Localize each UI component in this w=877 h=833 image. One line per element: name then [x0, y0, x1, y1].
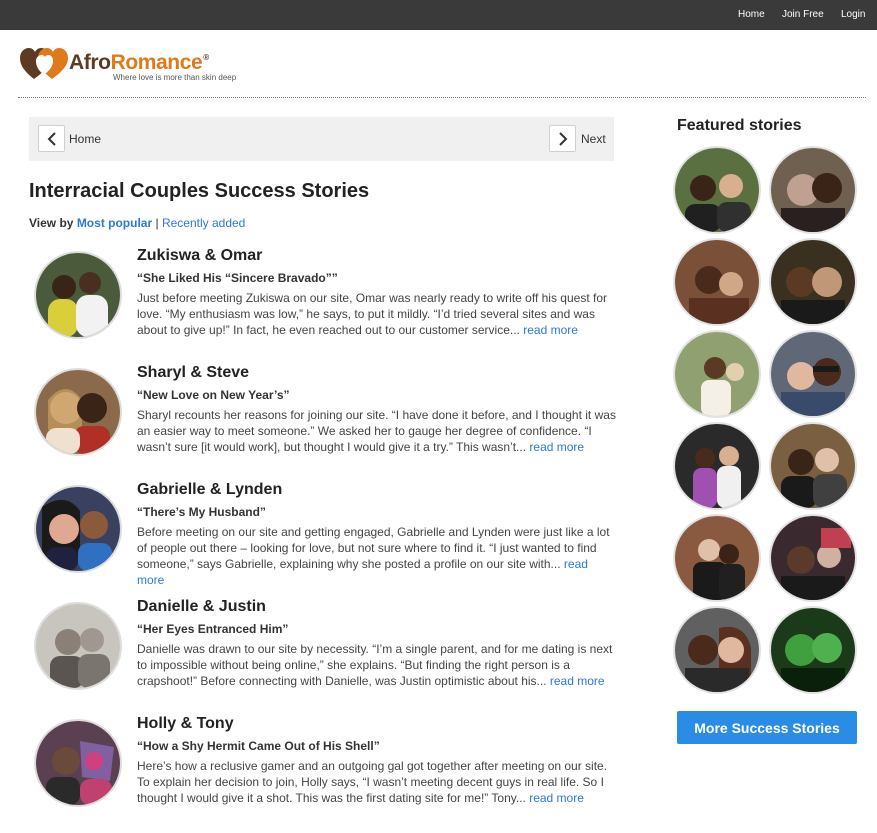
story-excerpt: Here’s how a reclusive gamer and an outg… — [137, 759, 608, 805]
story-excerpt: Just before meeting Zukiswa on our site,… — [137, 291, 607, 337]
story-title[interactable]: Gabrielle & Lynden — [137, 481, 282, 499]
site-logo[interactable]: AfroRomance® Where love is more than ski… — [20, 47, 260, 83]
most-popular-link[interactable]: Most popular — [77, 216, 152, 230]
chevron-right-icon — [558, 131, 567, 146]
featured-couple-photo[interactable] — [769, 514, 857, 602]
view-by-filter: View by Most popular | Recently added — [29, 216, 245, 230]
view-by-label: View by — [29, 216, 74, 230]
story-title[interactable]: Sharyl & Steve — [137, 364, 249, 382]
story-item: Holly & Tony “How a Shy Hermit Came Out … — [0, 715, 640, 825]
prev-label[interactable]: Home — [69, 132, 101, 146]
page-title: Interracial Couples Success Stories — [29, 180, 370, 202]
view-by-separator: | — [155, 216, 159, 230]
couple-photo[interactable] — [34, 251, 122, 339]
nav-join-free-link[interactable]: Join Free — [782, 9, 824, 20]
story-quote: “Her Eyes Entranced Him” — [137, 622, 289, 636]
logo-tagline: Where love is more than skin deep — [113, 73, 237, 82]
featured-couple-photo[interactable] — [769, 146, 857, 234]
featured-couple-photo[interactable] — [673, 330, 761, 418]
featured-couple-photo[interactable] — [769, 422, 857, 510]
header-divider — [18, 97, 866, 98]
featured-couple-photo[interactable] — [769, 238, 857, 326]
next-label[interactable]: Next — [581, 132, 606, 146]
logo-wordmark: AfroRomance® — [69, 51, 209, 74]
featured-couple-photo[interactable] — [673, 514, 761, 602]
couple-photo[interactable] — [34, 719, 122, 807]
story-item: Danielle & Justin “Her Eyes Entranced Hi… — [0, 598, 640, 708]
hearts-logo-icon — [20, 48, 68, 79]
read-more-link[interactable]: read more — [529, 440, 584, 454]
read-more-link[interactable]: read more — [523, 323, 578, 337]
read-more-link[interactable]: read more — [550, 674, 605, 688]
read-more-link[interactable]: read more — [529, 791, 584, 805]
couple-photo[interactable] — [34, 485, 122, 573]
nav-home-link[interactable]: Home — [738, 9, 765, 20]
couple-photo[interactable] — [34, 368, 122, 456]
story-excerpt: Danielle was drawn to our site by necess… — [137, 642, 613, 688]
story-item: Sharyl & Steve “New Love on New Year’s” … — [0, 364, 640, 474]
story-title[interactable]: Zukiswa & Omar — [137, 247, 262, 265]
pager-bar: Home Next — [29, 117, 614, 161]
top-navigation-bar: Home Join Free Login — [0, 0, 877, 30]
featured-couple-photo[interactable] — [769, 330, 857, 418]
next-button[interactable] — [549, 125, 576, 152]
featured-couple-photo[interactable] — [673, 238, 761, 326]
story-item: Zukiswa & Omar “She Liked His “Sincere B… — [0, 247, 640, 357]
story-excerpt: Sharyl recounts her reasons for joining … — [137, 408, 616, 454]
story-quote: “New Love on New Year’s” — [137, 388, 290, 402]
featured-couple-photo[interactable] — [673, 422, 761, 510]
more-success-stories-button[interactable]: More Success Stories — [677, 711, 857, 744]
prev-button[interactable] — [38, 125, 65, 152]
story-title[interactable]: Danielle & Justin — [137, 598, 266, 616]
story-item: Gabrielle & Lynden “There’s My Husband” … — [0, 481, 640, 591]
story-excerpt: Before meeting on our site and getting e… — [137, 525, 610, 587]
story-quote: “There’s My Husband” — [137, 505, 266, 519]
chevron-left-icon — [47, 131, 56, 146]
story-quote: “How a Shy Hermit Came Out of His Shell” — [137, 739, 380, 753]
featured-couple-photo[interactable] — [769, 606, 857, 694]
couple-photo[interactable] — [34, 602, 122, 690]
story-quote: “She Liked His “Sincere Bravado”” — [137, 271, 338, 285]
nav-login-link[interactable]: Login — [841, 9, 865, 20]
featured-stories-heading: Featured stories — [677, 117, 802, 134]
featured-couple-photo[interactable] — [673, 606, 761, 694]
featured-couple-photo[interactable] — [673, 146, 761, 234]
recently-added-link[interactable]: Recently added — [162, 216, 245, 230]
story-title[interactable]: Holly & Tony — [137, 715, 234, 733]
